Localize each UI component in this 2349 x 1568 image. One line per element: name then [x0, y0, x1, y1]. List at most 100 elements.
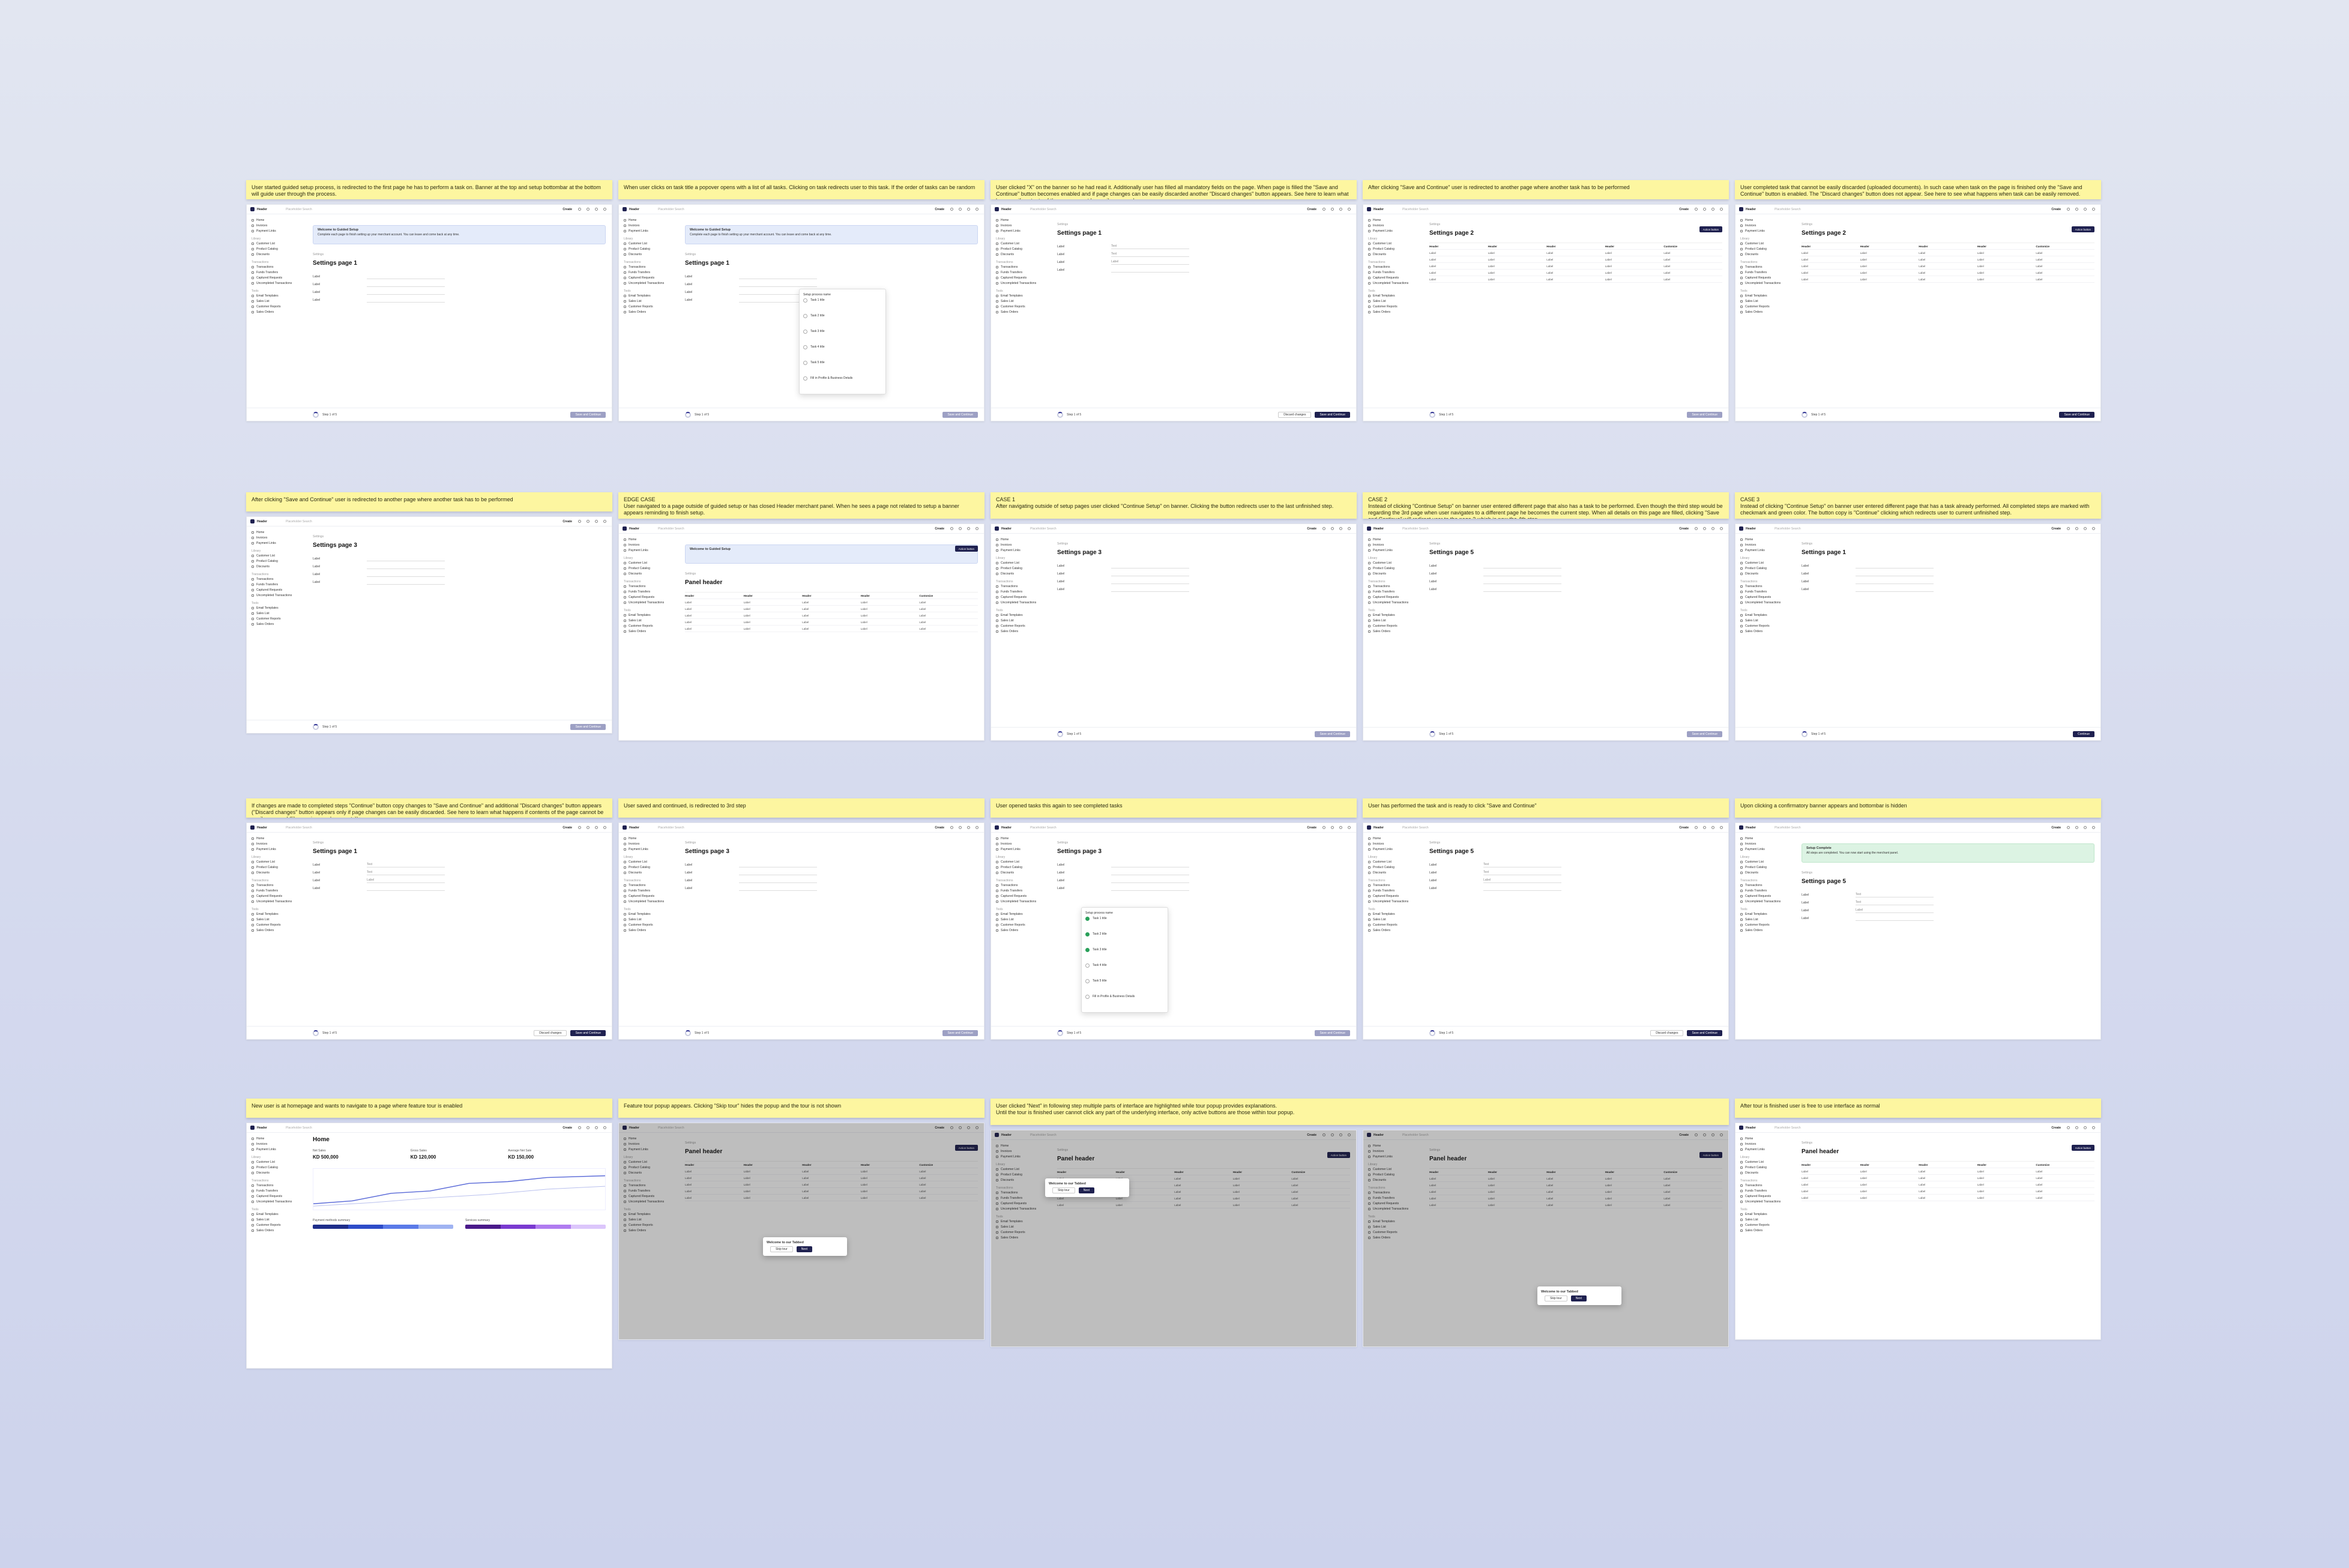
sidebar-item[interactable]: Discounts	[996, 571, 1046, 576]
sidebar-item[interactable]: Funds Transfers	[624, 888, 674, 893]
sidebar-item[interactable]: Product Catalog	[1740, 864, 1791, 870]
sidebar-item[interactable]: Funds Transfers	[252, 582, 302, 587]
sidebar-item[interactable]: Customer Reports	[996, 922, 1046, 927]
action-button[interactable]: Action button	[2071, 226, 2094, 232]
table-row[interactable]: Label Label Label Label Label	[1802, 270, 2094, 276]
bell-icon[interactable]	[1695, 208, 1698, 211]
sidebar-item[interactable]: Invoices	[996, 223, 1046, 228]
sidebar-item[interactable]: Customer Reports	[252, 1222, 302, 1228]
sidebar-item[interactable]: Customer List	[1368, 560, 1419, 565]
sidebar-item[interactable]: Transactions	[252, 882, 302, 888]
settings-icon[interactable]	[2084, 826, 2087, 829]
help-icon[interactable]	[1703, 826, 1706, 829]
create-button[interactable]: Create	[935, 208, 944, 211]
sidebar-item[interactable]: Transactions	[996, 882, 1046, 888]
save-continue-button[interactable]: Save and Continue	[1687, 411, 1722, 418]
sidebar-item[interactable]: Sales List	[252, 1217, 302, 1222]
sidebar-item[interactable]: Home	[1740, 836, 1791, 841]
sidebar-item[interactable]: Home	[624, 836, 674, 841]
sidebar-item[interactable]: Invoices	[1740, 841, 1791, 846]
popover-task-item[interactable]: Task 5 title	[803, 359, 882, 375]
save-continue-button[interactable]: Save and Continue	[570, 411, 606, 418]
sidebar-item[interactable]: Payment Links	[996, 547, 1046, 553]
sidebar-item[interactable]: Captured Requests	[1740, 594, 1791, 600]
sidebar-item[interactable]: Customer List	[1740, 1159, 1791, 1165]
form-field[interactable]: Text	[1111, 252, 1189, 257]
discard-changes-button[interactable]: Discard changes	[1650, 1030, 1684, 1036]
sidebar-item[interactable]: Home	[252, 836, 302, 841]
sidebar-item[interactable]: Home	[252, 217, 302, 223]
tour-next-button[interactable]: Next	[1078, 1187, 1095, 1193]
user-icon[interactable]	[603, 208, 606, 211]
user-icon[interactable]	[1348, 527, 1351, 530]
sidebar-item[interactable]: Uncompleted Transactions	[1368, 899, 1419, 904]
sidebar-item[interactable]: Discounts	[252, 870, 302, 875]
sidebar-item[interactable]: Discounts	[1740, 1170, 1791, 1175]
sidebar-item[interactable]: Transactions	[1740, 1183, 1791, 1188]
form-field[interactable]	[1111, 268, 1189, 273]
search-input[interactable]: Placeholder Search	[1775, 208, 2051, 211]
sidebar-item[interactable]: Customer Reports	[1368, 304, 1419, 309]
table-row[interactable]: Label Label Label Label Label	[1429, 250, 1722, 256]
search-input[interactable]: Placeholder Search	[1775, 1126, 2051, 1130]
search-input[interactable]: Placeholder Search	[1030, 527, 1307, 531]
form-field[interactable]	[1111, 878, 1189, 883]
sidebar-item[interactable]: Customer List	[252, 859, 302, 864]
sidebar-item[interactable]: Sales List	[1368, 917, 1419, 922]
sidebar-item[interactable]: Uncompleted Transactions	[624, 280, 674, 286]
create-button[interactable]: Create	[1307, 208, 1316, 211]
popover-task-item[interactable]: Task 3 title	[1085, 946, 1164, 962]
form-field[interactable]	[1483, 564, 1561, 568]
create-button[interactable]: Create	[1679, 527, 1689, 531]
bell-icon[interactable]	[950, 527, 953, 530]
table-row[interactable]: Label Label Label Label Label	[1429, 270, 1722, 276]
sidebar-item[interactable]: Discounts	[252, 252, 302, 257]
popover-task-item[interactable]: Task 1 title	[1085, 915, 1164, 930]
table-row[interactable]: Label Label Label Label Label	[1429, 256, 1722, 263]
sidebar-item[interactable]: Transactions	[1740, 583, 1791, 589]
skip-tour-button[interactable]: Skip tour	[1545, 1295, 1567, 1301]
table-row[interactable]: Label Label Label Label Label	[1802, 1175, 2094, 1181]
save-continue-button[interactable]: Save and Continue	[1315, 1030, 1350, 1036]
sidebar-item[interactable]: Sales List	[1740, 917, 1791, 922]
search-input[interactable]: Placeholder Search	[286, 826, 562, 830]
sidebar-item[interactable]: Customer Reports	[996, 623, 1046, 629]
sidebar-item[interactable]: Uncompleted Transactions	[624, 899, 674, 904]
search-input[interactable]: Placeholder Search	[658, 527, 935, 531]
sidebar-item[interactable]: Payment Links	[1368, 547, 1419, 553]
user-icon[interactable]	[603, 520, 606, 523]
sidebar-item[interactable]: Payment Links	[996, 846, 1046, 852]
sidebar-item[interactable]: Captured Requests	[996, 594, 1046, 600]
sidebar-item[interactable]: Discounts	[252, 1170, 302, 1175]
create-button[interactable]: Create	[935, 527, 944, 531]
bell-icon[interactable]	[1322, 208, 1325, 211]
form-field[interactable]	[1111, 587, 1189, 592]
sidebar-item[interactable]: Email Templates	[1740, 612, 1791, 618]
help-icon[interactable]	[1703, 527, 1706, 530]
sidebar-item[interactable]: Sales Orders	[996, 927, 1046, 933]
form-field[interactable]: Label	[1111, 260, 1189, 265]
breadcrumb[interactable]: Settings	[313, 253, 606, 256]
sidebar-item[interactable]: Sales Orders	[996, 629, 1046, 634]
sidebar-item[interactable]: Discounts	[996, 252, 1046, 257]
sidebar-item[interactable]: Sales Orders	[996, 309, 1046, 315]
form-field[interactable]: Text	[367, 863, 445, 867]
sidebar-item[interactable]: Product Catalog	[252, 246, 302, 252]
sidebar-item[interactable]: Customer Reports	[1368, 623, 1419, 629]
tour-next-button[interactable]: Next	[796, 1246, 813, 1252]
table-row[interactable]: Label Label Label Label Label	[1429, 276, 1722, 283]
save-continue-button[interactable]: Save and Continue	[2059, 411, 2094, 418]
breadcrumb[interactable]: Settings	[685, 572, 978, 576]
sidebar-item[interactable]: Sales Orders	[252, 927, 302, 933]
help-icon[interactable]	[586, 826, 590, 829]
sidebar-item[interactable]: Customer Reports	[252, 616, 302, 621]
sidebar-item[interactable]: Product Catalog	[996, 246, 1046, 252]
sidebar-item[interactable]: Customer List	[1740, 560, 1791, 565]
sidebar-item[interactable]: Transactions	[1740, 264, 1791, 270]
popover-task-item[interactable]: Task 4 title	[1085, 962, 1164, 977]
help-icon[interactable]	[586, 208, 590, 211]
sidebar-item[interactable]: Funds Transfers	[252, 888, 302, 893]
settings-icon[interactable]	[595, 1126, 598, 1129]
save-continue-button[interactable]: Save and Continue	[1687, 731, 1722, 737]
bell-icon[interactable]	[2067, 826, 2070, 829]
